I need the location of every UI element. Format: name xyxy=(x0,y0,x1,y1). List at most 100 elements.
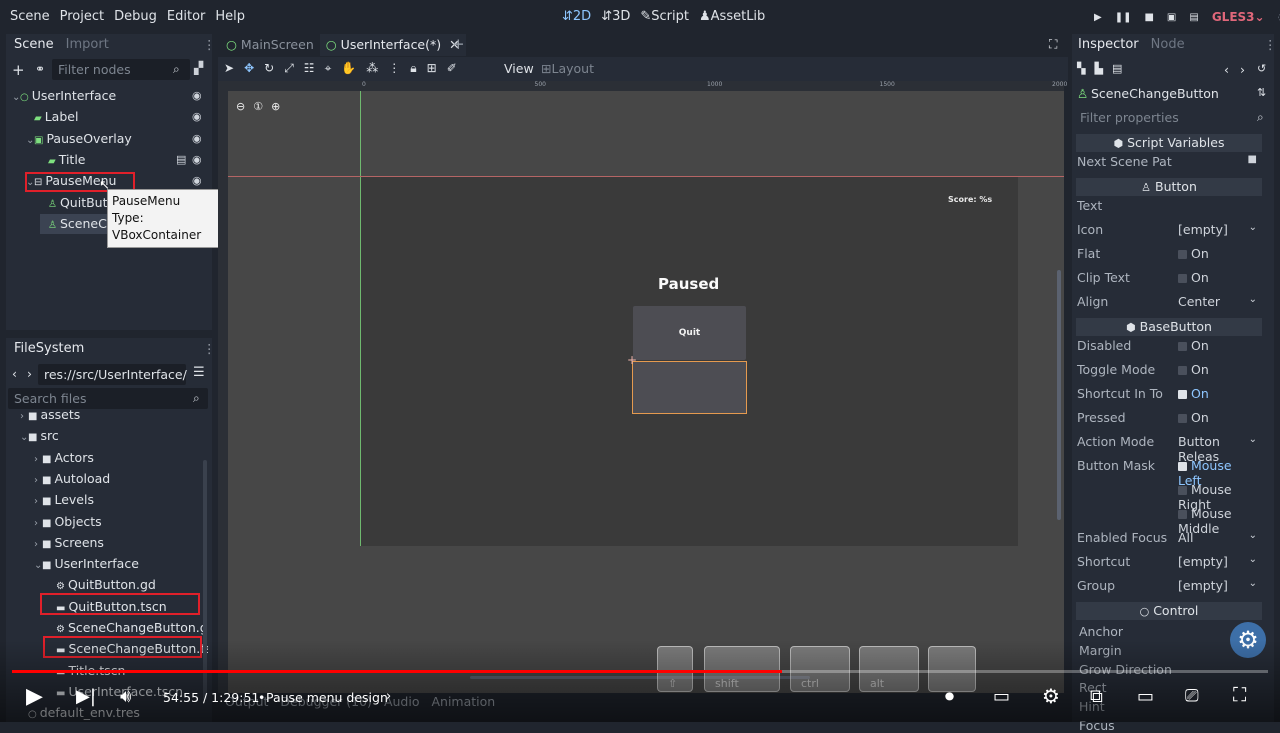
file-item[interactable]: ⌄■ src xyxy=(20,426,59,446)
menu-editor[interactable]: Editor xyxy=(167,9,205,24)
scene-instance-icon[interactable]: ▤ xyxy=(176,153,186,166)
quit-button-preview[interactable]: Quit xyxy=(633,306,746,360)
expand-arrow-icon[interactable]: ⌄ xyxy=(26,131,34,151)
property-value[interactable]: [empty] ⌄ xyxy=(1174,219,1261,240)
property-value[interactable]: All ⌄ xyxy=(1174,527,1261,548)
add-tab-icon[interactable]: + xyxy=(452,35,465,53)
history-back-icon[interactable]: ‹ xyxy=(1224,62,1229,77)
layout-menu[interactable]: ⊞Layout xyxy=(541,61,594,76)
checkbox-icon[interactable] xyxy=(1178,462,1187,471)
path-field[interactable]: res://src/UserInterface/ xyxy=(38,364,187,385)
zoom-in-icon[interactable]: ⊕ xyxy=(271,100,280,113)
file-item[interactable]: › ■ Levels xyxy=(34,490,94,510)
file-item[interactable]: › ■ Objects xyxy=(34,512,102,532)
visibility-eye-icon[interactable]: ◉ xyxy=(192,89,202,102)
group-icon[interactable]: ⊞ xyxy=(427,61,437,76)
inspector-menu-icon[interactable]: ⋮ xyxy=(1264,37,1277,52)
scene-node-title[interactable]: ▰ Title xyxy=(40,150,86,170)
back-icon[interactable]: ‹ xyxy=(12,366,17,381)
subgroup-anchor[interactable]: Anchor xyxy=(1079,624,1123,639)
visibility-eye-icon[interactable]: ◉ xyxy=(192,110,202,123)
expand-arrow-icon[interactable]: › xyxy=(34,471,42,491)
visibility-eye-icon[interactable]: ◉ xyxy=(192,132,202,145)
load-resource-icon[interactable]: ▙ xyxy=(1094,62,1102,75)
menu-scene[interactable]: Scene xyxy=(10,9,50,24)
tab-scene[interactable]: Scene xyxy=(8,34,60,56)
tab-mainscreen[interactable]: ○ MainScreen xyxy=(220,34,320,56)
script-icon[interactable]: ▞ xyxy=(194,61,203,75)
checkbox-icon[interactable] xyxy=(1178,250,1187,259)
checkbox-icon[interactable] xyxy=(1178,342,1187,351)
checkbox-icon[interactable] xyxy=(1178,274,1187,283)
checkbox-icon[interactable] xyxy=(1178,390,1187,399)
filter-nodes-input[interactable]: Filter nodes xyxy=(52,59,190,80)
expand-arrow-icon[interactable]: › xyxy=(20,410,28,427)
property-value[interactable]: On xyxy=(1174,243,1261,264)
object-properties-icon[interactable]: ⇅ xyxy=(1257,86,1266,99)
move-tool-icon[interactable]: ✥ xyxy=(244,61,254,76)
file-item[interactable]: › ■ Autoload xyxy=(34,469,110,489)
workspace-assetlib[interactable]: ♟AssetLib xyxy=(699,9,765,24)
expand-arrow-icon[interactable]: › xyxy=(34,450,42,470)
dock-menu-icon[interactable]: ⋮ xyxy=(203,37,216,52)
property-value[interactable]: ■ xyxy=(1174,151,1261,172)
pivot-tool-icon[interactable]: ⌖ xyxy=(325,61,332,76)
snap-options-icon[interactable]: ⋮ xyxy=(388,61,400,76)
theater-mode-icon[interactable]: ▭ xyxy=(1137,686,1154,707)
file-item[interactable]: › ■ Screens xyxy=(34,533,104,553)
scene-node-pauseoverlay[interactable]: ⌄▣ PauseOverlay xyxy=(26,129,132,149)
menu-debug[interactable]: Debug xyxy=(114,9,157,24)
file-item[interactable]: › ■ Actors xyxy=(34,448,94,468)
visibility-eye-icon[interactable]: ◉ xyxy=(192,153,202,166)
tab-filesystem[interactable]: FileSystem xyxy=(8,338,91,360)
fullscreen-icon[interactable]: ⛶ xyxy=(1049,37,1057,52)
tab-node[interactable]: Node xyxy=(1145,34,1191,56)
skeleton-icon[interactable]: ✐ xyxy=(447,61,457,76)
stop-icon[interactable]: ■ xyxy=(1144,12,1153,23)
forward-icon[interactable]: › xyxy=(27,366,32,381)
checkbox-icon[interactable] xyxy=(1178,486,1187,495)
cast-icon[interactable]: ⎚ xyxy=(1185,686,1199,706)
search-files-input[interactable]: Search files xyxy=(8,388,208,409)
property-value[interactable]: On xyxy=(1174,359,1261,380)
viewport-vscroll[interactable] xyxy=(1057,270,1061,520)
pan-tool-icon[interactable]: ✋ xyxy=(341,61,356,76)
view-mode-icon[interactable]: ☰ xyxy=(193,365,205,380)
file-item[interactable]: › ■ assets xyxy=(20,410,80,425)
expand-arrow-icon[interactable]: ⌄ xyxy=(20,428,28,448)
property-value[interactable]: On xyxy=(1174,407,1261,428)
select-tool-icon[interactable]: ➤ xyxy=(224,61,234,76)
filesystem-menu-icon[interactable]: ⋮ xyxy=(203,341,216,356)
play-custom-icon[interactable]: ▤ xyxy=(1189,12,1198,23)
scene-node-quitbutt[interactable]: ♙ QuitButt xyxy=(40,193,112,213)
chapter-title[interactable]: Pause menu design xyxy=(266,690,388,705)
folder-icon[interactable]: ■ xyxy=(1248,154,1257,165)
play-scene-icon[interactable]: ▣ xyxy=(1167,12,1176,23)
checkbox-icon[interactable] xyxy=(1178,414,1187,423)
list-tool-icon[interactable]: ☷ xyxy=(304,61,315,76)
subtitles-icon[interactable]: ▭ xyxy=(993,686,1010,707)
add-node-icon[interactable]: + xyxy=(12,61,25,79)
property-value[interactable]: Center ⌄ xyxy=(1174,291,1261,312)
property-value[interactable]: [empty] ⌄ xyxy=(1174,551,1261,572)
section-button[interactable]: ♙ Button xyxy=(1076,178,1262,196)
file-item[interactable]: ⌄■ UserInterface xyxy=(34,554,139,574)
workspace-script[interactable]: ✎Script xyxy=(640,9,689,24)
property-value[interactable]: Button Releas ⌄ xyxy=(1174,431,1261,464)
workspace-2d[interactable]: ⇵2D xyxy=(562,9,591,24)
expand-arrow-icon[interactable]: ⌄ xyxy=(34,556,42,576)
tab-import[interactable]: Import xyxy=(60,34,115,56)
scale-tool-icon[interactable]: ⤢ xyxy=(284,61,294,76)
scene-change-button-preview[interactable] xyxy=(632,361,747,414)
fullscreen-player-icon[interactable]: ⛶ xyxy=(1233,684,1246,706)
save-resource-icon[interactable]: ▤ xyxy=(1112,62,1122,75)
next-button-icon[interactable]: ▶| xyxy=(76,686,96,707)
volume-icon[interactable]: 🔊︎ xyxy=(120,686,131,707)
property-value[interactable]: On xyxy=(1174,267,1261,288)
file-item[interactable]: ⚙ SceneChangeButton.gd xyxy=(48,618,208,638)
link-icon[interactable]: ⚭ xyxy=(35,62,45,76)
play-icon[interactable]: ▶ xyxy=(1094,12,1102,23)
tab-inspector[interactable]: Inspector xyxy=(1072,34,1145,56)
lock-icon[interactable]: 🔒︎ xyxy=(410,61,416,76)
settings-icon[interactable]: ⚙ xyxy=(1042,684,1060,708)
